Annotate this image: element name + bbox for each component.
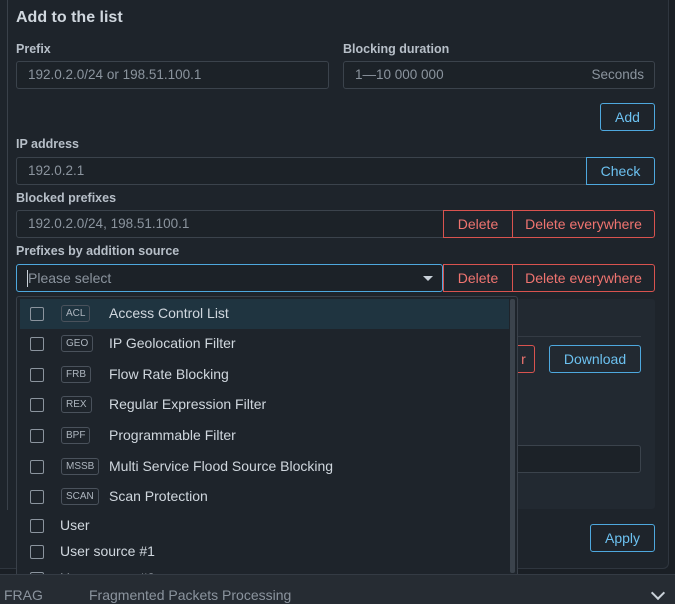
prefix-placeholder: 192.0.2.0/24 or 198.51.100.1: [28, 67, 202, 82]
checkbox[interactable]: [30, 545, 44, 559]
option-label: Access Control List: [109, 305, 229, 321]
checkbox[interactable]: [30, 460, 44, 474]
checkbox[interactable]: [30, 429, 44, 443]
option-tag: GEO: [61, 335, 94, 352]
blocking-duration-input[interactable]: 1—10 000 000 Seconds: [343, 61, 655, 89]
blocked-delete-everywhere-button[interactable]: Delete everywhere: [512, 210, 655, 238]
section-divider: [7, 0, 8, 510]
option-label: IP Geolocation Filter: [109, 335, 236, 351]
source-delete-everywhere-button[interactable]: Delete everywhere: [512, 264, 655, 292]
checkbox[interactable]: [30, 490, 44, 504]
background-divider: [513, 336, 641, 337]
option-geo[interactable]: GEO IP Geolocation Filter: [20, 329, 509, 359]
blocking-duration-label: Blocking duration: [343, 42, 450, 56]
background-card: [505, 299, 655, 509]
dropdown-scrollbar[interactable]: [510, 299, 515, 573]
footer-code: FRAG: [4, 587, 43, 603]
option-label: User source #1: [60, 543, 155, 559]
option-user-source-1[interactable]: User source #1: [20, 537, 509, 567]
option-label: Scan Protection: [109, 488, 208, 504]
caret-down-icon[interactable]: [423, 276, 433, 281]
apply-button[interactable]: Apply: [590, 524, 655, 552]
option-mssb[interactable]: MSSB Multi Service Flood Source Blocking: [20, 452, 509, 482]
option-tag: BPF: [61, 427, 91, 444]
addition-source-label: Prefixes by addition source: [16, 244, 180, 258]
background-input[interactable]: [513, 445, 641, 473]
checkbox[interactable]: [30, 307, 44, 321]
seconds-unit: Seconds: [591, 67, 644, 82]
prefix-input[interactable]: 192.0.2.0/24 or 198.51.100.1: [16, 61, 329, 89]
option-scan[interactable]: SCAN Scan Protection: [20, 482, 509, 512]
option-label: Regular Expression Filter: [109, 396, 267, 412]
option-label: Programmable Filter: [109, 427, 236, 443]
blocked-prefixes-label: Blocked prefixes: [16, 191, 117, 205]
addition-source-select[interactable]: Please select: [16, 264, 443, 292]
source-delete-button[interactable]: Delete: [443, 264, 513, 292]
option-acl[interactable]: ACL Access Control List: [20, 299, 509, 329]
blocked-prefixes-placeholder: 192.0.2.0/24, 198.51.100.1: [28, 216, 190, 231]
option-tag: FRB: [61, 366, 91, 383]
checkbox[interactable]: [30, 368, 44, 382]
option-tag: ACL: [61, 305, 91, 322]
option-label: User: [60, 517, 90, 533]
add-button[interactable]: Add: [600, 103, 655, 131]
download-button[interactable]: Download: [549, 345, 641, 373]
frag-section-header[interactable]: FRAG Fragmented Packets Processing: [0, 574, 675, 604]
ip-address-placeholder: 192.0.2.1: [28, 163, 85, 178]
blocking-duration-placeholder: 1—10 000 000: [355, 67, 444, 82]
blocked-prefixes-input[interactable]: 192.0.2.0/24, 198.51.100.1: [16, 210, 444, 238]
blocked-delete-button[interactable]: Delete: [443, 210, 513, 238]
section-title: Add to the list: [16, 9, 123, 26]
prefix-label: Prefix: [16, 42, 51, 56]
checkbox[interactable]: [30, 519, 44, 533]
option-label: Flow Rate Blocking: [109, 366, 229, 382]
select-placeholder: Please select: [28, 270, 112, 286]
option-bpf[interactable]: BPF Programmable Filter: [20, 421, 509, 451]
checkbox[interactable]: [30, 398, 44, 412]
option-tag: MSSB: [61, 458, 100, 475]
check-button[interactable]: Check: [586, 157, 655, 185]
chevron-down-icon[interactable]: [650, 585, 666, 601]
ip-address-input[interactable]: 192.0.2.1: [16, 157, 587, 185]
option-frb[interactable]: FRB Flow Rate Blocking: [20, 360, 509, 390]
checkbox[interactable]: [30, 337, 44, 351]
addition-source-dropdown: ACL Access Control List GEO IP Geolocati…: [16, 296, 518, 596]
option-rex[interactable]: REX Regular Expression Filter: [20, 390, 509, 420]
footer-name: Fragmented Packets Processing: [89, 587, 292, 603]
ip-address-label: IP address: [16, 137, 80, 151]
option-tag: REX: [61, 396, 92, 413]
option-label: Multi Service Flood Source Blocking: [109, 458, 334, 474]
option-tag: SCAN: [61, 488, 99, 505]
